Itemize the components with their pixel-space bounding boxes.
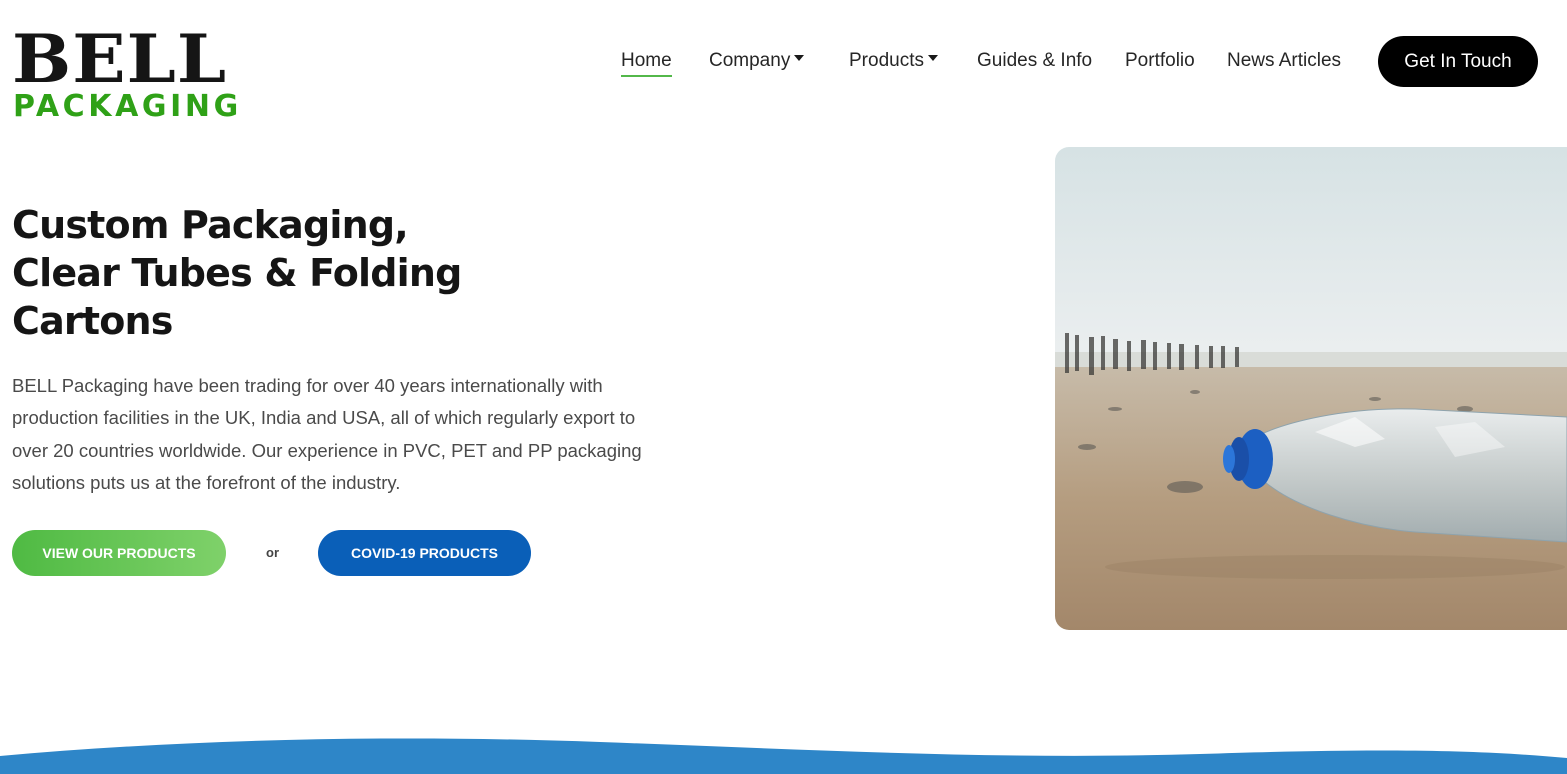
view-our-products-button[interactable]: VIEW OUR PRODUCTS xyxy=(12,530,226,576)
hero-title-line: Cartons xyxy=(12,299,173,343)
plastic-bottle-on-beach-image xyxy=(1055,147,1567,630)
nav-item-label: Home xyxy=(621,50,672,71)
nav-item-label: Company xyxy=(709,50,791,71)
page: BELL PACKAGING Home Company Products Gui… xyxy=(0,0,1567,774)
nav-item-company[interactable]: Company xyxy=(709,48,805,74)
decorative-wave xyxy=(0,738,1567,774)
nav-item-label: Guides & Info xyxy=(977,50,1093,71)
hero-title: Custom Packaging, Clear Tubes & Folding … xyxy=(12,201,532,345)
hero-title-line: Clear Tubes & Folding xyxy=(12,251,462,295)
nav-item-guides-info[interactable]: Guides & Info xyxy=(977,48,1092,74)
hero-description: BELL Packaging have been trading for ove… xyxy=(12,375,642,493)
covid-19-products-button[interactable]: COVID-19 PRODUCTS xyxy=(318,530,531,576)
chevron-down-icon xyxy=(927,54,938,61)
or-separator: or xyxy=(266,545,279,560)
nav-item-portfolio[interactable]: Portfolio xyxy=(1125,48,1195,74)
hero-title-line: Custom Packaging, xyxy=(12,203,409,247)
nav-item-label: Portfolio xyxy=(1125,50,1195,71)
chevron-down-icon xyxy=(794,54,805,61)
main-navigation: Home Company Products Guides & Info Port… xyxy=(0,0,1567,122)
get-in-touch-button[interactable]: Get In Touch xyxy=(1378,36,1538,87)
nav-item-products[interactable]: Products xyxy=(849,48,938,74)
nav-item-news-articles[interactable]: News Articles xyxy=(1227,48,1341,74)
nav-item-label: News Articles xyxy=(1227,50,1342,71)
nav-item-home[interactable]: Home xyxy=(621,48,672,77)
nav-item-label: Products xyxy=(849,50,924,71)
